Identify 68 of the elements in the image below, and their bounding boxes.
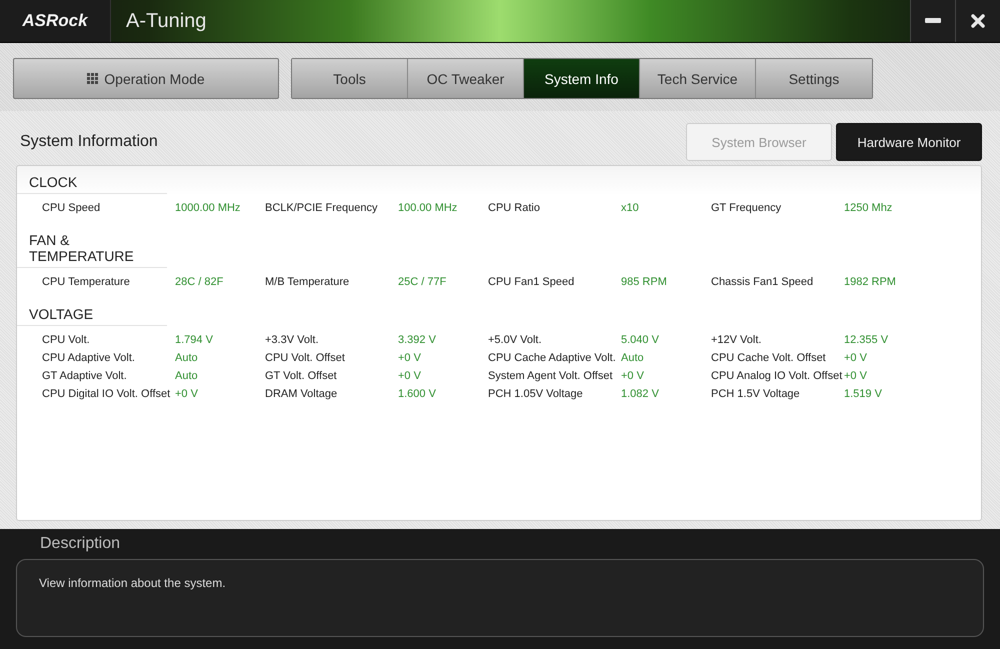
- info-value: x10: [621, 202, 640, 214]
- info-value: +0 V: [844, 370, 868, 382]
- info-label: CPU Cache Adaptive Volt.: [488, 352, 617, 364]
- info-value: 3.392 V: [398, 334, 437, 346]
- info-value: 1.519 V: [844, 388, 883, 400]
- info-value: 985 RPM: [621, 276, 668, 288]
- info-value: 1250 Mhz: [844, 202, 894, 214]
- section-heading: VOLTAGE: [17, 306, 167, 326]
- info-label: +5.0V Volt.: [488, 334, 543, 346]
- info-label: DRAM Voltage: [265, 388, 338, 400]
- view-button[interactable]: Hardware Monitor: [836, 123, 982, 161]
- info-label: CPU Analog IO Volt. Offset: [711, 370, 844, 382]
- section-heading: CLOCK: [17, 174, 167, 194]
- info-label: M/B Temperature: [265, 276, 350, 288]
- close-icon: [971, 14, 985, 28]
- info-value: Auto: [621, 352, 645, 364]
- info-label: PCH 1.5V Voltage: [711, 388, 801, 400]
- tab[interactable]: System Info: [524, 59, 640, 98]
- info-label: BCLK/PCIE Frequency: [265, 202, 378, 214]
- tab[interactable]: OC Tweaker: [408, 59, 524, 98]
- info-label: +3.3V Volt.: [265, 334, 320, 346]
- tab[interactable]: Tech Service: [640, 59, 756, 98]
- info-value: 100.00 MHz: [398, 202, 458, 214]
- info-label: CPU Digital IO Volt. Offset: [42, 388, 172, 400]
- info-value: 25C / 77F: [398, 276, 448, 288]
- info-label: CPU Fan1 Speed: [488, 276, 576, 288]
- info-label: GT Adaptive Volt.: [42, 370, 128, 382]
- info-value: +0 V: [175, 388, 199, 400]
- minimize-button[interactable]: [910, 0, 955, 42]
- info-value: +0 V: [844, 352, 868, 364]
- section-heading: FAN & TEMPERATURE: [17, 232, 167, 268]
- window-title: A-Tuning: [126, 10, 206, 32]
- page-title: System Information: [20, 133, 158, 151]
- info-value: 1982 RPM: [844, 276, 897, 288]
- logo: ASRock: [22, 11, 88, 31]
- info-value: Auto: [175, 370, 199, 382]
- info-label: CPU Volt.: [42, 334, 91, 346]
- tab[interactable]: Settings: [756, 59, 872, 98]
- description-heading: Description: [40, 535, 122, 553]
- info-value: +0 V: [398, 370, 422, 382]
- info-value: 28C / 82F: [175, 276, 224, 288]
- tab[interactable]: Tools: [292, 59, 408, 98]
- info-label: System Agent Volt. Offset: [488, 370, 614, 382]
- info-label: CPU Ratio: [488, 202, 541, 214]
- info-label: CPU Temperature: [42, 276, 131, 288]
- info-label: +12V Volt.: [711, 334, 762, 346]
- info-value: 1.794 V: [175, 334, 214, 346]
- info-value: 1.082 V: [621, 388, 660, 400]
- info-value: 12.355 V: [844, 334, 890, 346]
- operation-mode-button[interactable]: Operation Mode: [13, 58, 279, 99]
- close-button[interactable]: [955, 0, 1000, 42]
- info-label: CPU Volt. Offset: [265, 352, 346, 364]
- info-label: GT Frequency: [711, 202, 782, 214]
- info-value: 1000.00 MHz: [175, 202, 242, 214]
- info-label: GT Volt. Offset: [265, 370, 338, 382]
- info-label: PCH 1.05V Voltage: [488, 388, 584, 400]
- minimize-icon: [925, 18, 941, 24]
- info-value: Auto: [175, 352, 199, 364]
- info-label: CPU Adaptive Volt.: [42, 352, 136, 364]
- info-label: CPU Speed: [42, 202, 102, 214]
- info-value: +0 V: [398, 352, 422, 364]
- info-value: +0 V: [621, 370, 645, 382]
- info-label: CPU Cache Volt. Offset: [711, 352, 827, 364]
- info-value: 5.040 V: [621, 334, 660, 346]
- info-label: Chassis Fan1 Speed: [711, 276, 814, 288]
- info-value: 1.600 V: [398, 388, 437, 400]
- grid-icon: [87, 73, 98, 84]
- description-text: View information about the system.: [39, 576, 226, 590]
